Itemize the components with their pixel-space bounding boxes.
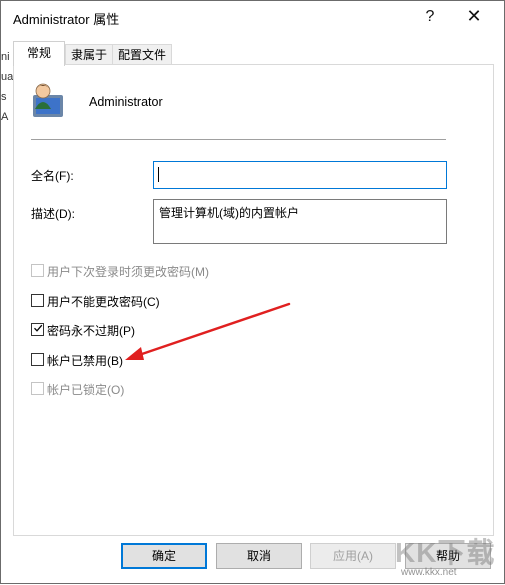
checkbox-box[interactable]	[31, 294, 44, 307]
background-window-sliver: ni ua s A	[1, 51, 13, 131]
text-caret	[158, 167, 159, 182]
checkbox-label: 用户下次登录时须更改密码(M)	[47, 265, 209, 279]
checkbox-label: 帐户已禁用(B)	[47, 354, 123, 368]
title-bar: Administrator 属性 ? ✕	[1, 1, 504, 32]
checkmark-icon	[34, 324, 43, 332]
description-label: 描述(D):	[31, 207, 75, 221]
window-title: Administrator 属性	[13, 12, 120, 27]
fullname-label: 全名(F):	[31, 169, 74, 183]
checkbox-must-change-password[interactable]: 用户下次登录时须更改密码(M)	[31, 263, 231, 279]
sliver-text: s	[1, 91, 7, 103]
watermark-url: www.kkx.net	[401, 567, 457, 578]
checkbox-label: 帐户已锁定(O)	[47, 383, 125, 397]
checkbox-account-locked[interactable]: 帐户已锁定(O)	[31, 381, 141, 397]
checkbox-box[interactable]	[31, 382, 44, 395]
close-button[interactable]: ✕	[453, 1, 495, 32]
checkbox-password-never-expires[interactable]: 密码永不过期(P)	[31, 322, 151, 338]
help-title-button[interactable]: ?	[409, 1, 451, 32]
watermark: KK下载 www.kkx.net	[395, 531, 505, 581]
fullname-field[interactable]	[153, 161, 447, 189]
watermark-logo: KK下载	[395, 537, 496, 568]
tab-member-of[interactable]: 隶属于	[65, 44, 113, 65]
tab-general[interactable]: 常规	[13, 41, 65, 66]
checkbox-box[interactable]	[31, 353, 44, 366]
checkbox-box[interactable]	[31, 264, 44, 277]
properties-dialog: Administrator 属性 ? ✕ ni ua s A 常规 隶属于 配置…	[0, 0, 505, 584]
divider	[31, 139, 446, 140]
checkbox-label: 密码永不过期(P)	[47, 324, 135, 338]
user-name: Administrator	[89, 95, 163, 109]
checkbox-label: 用户不能更改密码(C)	[47, 295, 160, 309]
cancel-button[interactable]: 取消	[216, 543, 302, 569]
user-icon	[31, 79, 67, 119]
sliver-text: A	[1, 111, 9, 123]
apply-button[interactable]: 应用(A)	[310, 543, 396, 569]
checkbox-account-disabled[interactable]: 帐户已禁用(B)	[31, 352, 141, 368]
sliver-text: ni	[1, 51, 10, 63]
ok-button[interactable]: 确定	[121, 543, 207, 569]
checkbox-box[interactable]	[31, 323, 44, 336]
description-value: 管理计算机(域)的内置帐户	[159, 206, 299, 220]
description-field[interactable]: 管理计算机(域)的内置帐户	[153, 199, 447, 244]
sliver-text: ua	[1, 71, 14, 83]
checkbox-cannot-change-password[interactable]: 用户不能更改密码(C)	[31, 293, 181, 309]
tab-profile[interactable]: 配置文件	[112, 44, 172, 65]
